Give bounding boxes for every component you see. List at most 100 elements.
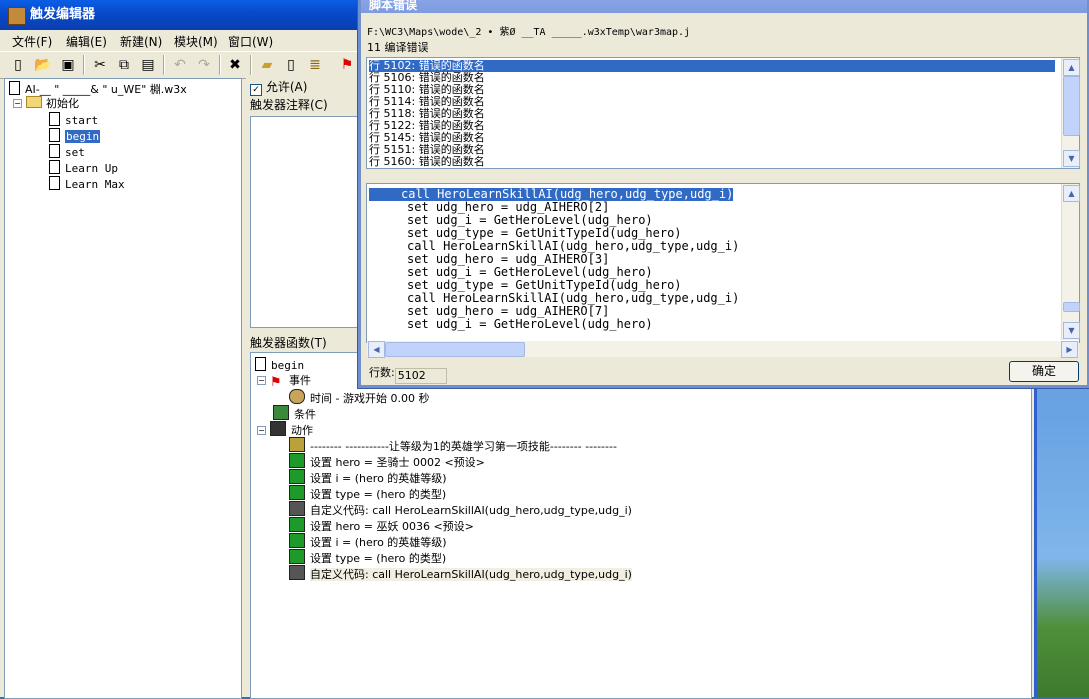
- trigger-tree[interactable]: AI-__ " _____& " u_WE" 棩.w3x − 初始化 start …: [4, 78, 242, 699]
- conditions-node[interactable]: 条件: [273, 405, 316, 421]
- map-root-label: AI-__ " _____& " u_WE" 棩.w3x: [25, 83, 187, 96]
- line-value: 5102: [394, 368, 447, 384]
- functions-label: 触发器函数(T): [250, 336, 327, 350]
- action-text: 设置 hero = 巫妖 0036 <预设>: [310, 520, 474, 533]
- collapse-icon[interactable]: −: [13, 99, 22, 108]
- scroll-right-icon[interactable]: ▶: [1061, 341, 1078, 358]
- script-error-dialog: 脚本错误 F:\WC3\Maps\wode\_2 • 紫Ø __TA _____…: [358, 0, 1089, 388]
- code-action-icon: [289, 565, 305, 580]
- code-horizontal-scrollbar[interactable]: ◀ ▶: [367, 341, 1079, 358]
- action-icon: [270, 421, 286, 436]
- action-row[interactable]: 设置 type = (hero 的类型): [289, 549, 446, 565]
- menu-module[interactable]: 模块(M): [174, 33, 218, 50]
- new-icon[interactable]: ▯: [8, 55, 28, 75]
- cut-icon[interactable]: ✂: [90, 55, 110, 75]
- action-row[interactable]: 自定义代码: call HeroLearnSkillAI(udg_hero,ud…: [289, 501, 632, 517]
- dialog-title-bar[interactable]: 脚本错误: [361, 0, 1087, 13]
- menu-edit[interactable]: 编辑(E): [66, 33, 107, 50]
- action-row[interactable]: 设置 hero = 巫妖 0036 <预设>: [289, 517, 474, 533]
- checkbox-check-icon[interactable]: ✓: [250, 84, 262, 96]
- error-row[interactable]: 行 5160: 错误的函数名: [369, 156, 485, 168]
- menu-new[interactable]: 新建(N): [120, 33, 162, 50]
- copy-icon[interactable]: ⧉: [114, 55, 134, 75]
- collapse-icon[interactable]: −: [257, 376, 266, 385]
- action-text: 自定义代码: call HeroLearnSkillAI(udg_hero,ud…: [310, 504, 632, 517]
- action-text: -------- -----------让等级为1的英雄学习第一项技能-----…: [310, 440, 617, 453]
- comment-action-icon: [289, 437, 305, 452]
- category-init[interactable]: − 初始化: [13, 96, 79, 111]
- code-action-icon: [289, 501, 305, 516]
- new-comment-icon[interactable]: ≣: [305, 55, 325, 75]
- action-list: -------- -----------让等级为1的英雄学习第一项技能-----…: [289, 437, 1009, 587]
- scroll-up-icon[interactable]: ▲: [1063, 59, 1080, 76]
- map-icon: [9, 81, 20, 95]
- collapse-icon[interactable]: −: [257, 426, 266, 435]
- new-trigger-icon[interactable]: ▯: [281, 55, 301, 75]
- paste-icon[interactable]: ▤: [138, 55, 158, 75]
- trigger-icon: [49, 144, 60, 158]
- error-list-scrollbar[interactable]: ▲ ▼: [1061, 58, 1080, 168]
- scroll-down-icon[interactable]: ▼: [1063, 322, 1080, 339]
- category-label: 初始化: [46, 97, 79, 110]
- scroll-left-icon[interactable]: ◀: [368, 341, 385, 358]
- tree-trigger-learn-max[interactable]: Learn Max: [49, 176, 125, 191]
- tree-trigger-learn-up[interactable]: Learn Up: [49, 160, 118, 175]
- menu-window[interactable]: 窗口(W): [228, 33, 273, 50]
- toolbar-separator: [83, 55, 85, 75]
- error-list[interactable]: 行 5102: 错误的函数名行 5106: 错误的函数名行 5110: 错误的函…: [366, 57, 1080, 169]
- action-row[interactable]: 设置 hero = 圣骑士 0002 <预设>: [289, 453, 485, 469]
- scroll-up-icon[interactable]: ▲: [1063, 185, 1080, 202]
- trigger-functions-tree[interactable]: begin − ⚑ 事件 时间 - 游戏开始 0.00 秒 条件 − 动作 -----…: [250, 352, 1032, 699]
- enabled-checkbox[interactable]: ✓ 允许(A): [250, 78, 307, 96]
- action-row[interactable]: -------- -----------让等级为1的英雄学习第一项技能-----…: [289, 437, 617, 453]
- tree-trigger-set[interactable]: set: [49, 144, 85, 159]
- scroll-thumb[interactable]: [385, 342, 525, 357]
- clock-icon: [289, 389, 305, 404]
- action-row[interactable]: 设置 i = (hero 的英雄等级): [289, 533, 447, 549]
- trigger-icon: [49, 112, 60, 126]
- new-event-icon[interactable]: ⚑: [337, 55, 357, 75]
- action-text: 设置 type = (hero 的类型): [310, 488, 447, 501]
- action-row[interactable]: 设置 i = (hero 的英雄等级): [289, 469, 447, 485]
- folder-icon: [26, 96, 42, 108]
- window-title: 触发编辑器: [30, 7, 96, 22]
- action-text: 设置 i = (hero 的英雄等级): [310, 472, 447, 485]
- code-rows: call HeroLearnSkillAI(udg_hero,udg_type,…: [367, 184, 1061, 340]
- error-count: 11 编译错误: [367, 41, 429, 54]
- save-icon[interactable]: ▣: [58, 55, 78, 75]
- map-root[interactable]: AI-__ " _____& " u_WE" 棩.w3x: [9, 81, 187, 96]
- function-trigger-name[interactable]: begin: [255, 357, 304, 373]
- comment-textarea[interactable]: [250, 116, 362, 328]
- action-row[interactable]: 自定义代码: call HeroLearnSkillAI(udg_hero,ud…: [289, 565, 632, 581]
- tree-trigger-begin[interactable]: begin: [49, 128, 101, 143]
- action-text: 设置 type = (hero 的类型): [310, 552, 447, 565]
- tree-trigger-start[interactable]: start: [49, 112, 98, 127]
- set-action-icon: [289, 453, 305, 468]
- actions-node[interactable]: − 动作: [257, 421, 313, 437]
- trigger-label: Learn Max: [65, 178, 125, 191]
- set-action-icon: [289, 485, 305, 500]
- trigger-icon: [255, 357, 266, 371]
- set-action-icon: [289, 469, 305, 484]
- code-view[interactable]: call HeroLearnSkillAI(udg_hero,udg_type,…: [366, 183, 1080, 343]
- event-item[interactable]: 时间 - 游戏开始 0.00 秒: [289, 389, 429, 405]
- toolbar-separator: [250, 55, 252, 75]
- undo-icon[interactable]: ↶: [170, 55, 190, 75]
- app-icon: [8, 7, 26, 25]
- redo-icon[interactable]: ↷: [194, 55, 214, 75]
- scroll-thumb[interactable]: [1063, 302, 1080, 312]
- toolbar-separator: [219, 55, 221, 75]
- close-icon[interactable]: ✖: [225, 55, 245, 75]
- line-label: 行数:: [369, 366, 395, 379]
- open-icon[interactable]: 📂: [33, 55, 53, 75]
- scroll-down-icon[interactable]: ▼: [1063, 150, 1080, 167]
- events-node[interactable]: − ⚑ 事件: [257, 373, 311, 390]
- scroll-thumb[interactable]: [1063, 76, 1080, 136]
- trigger-label: Learn Up: [65, 162, 118, 175]
- action-row[interactable]: 设置 type = (hero 的类型): [289, 485, 446, 501]
- new-category-icon[interactable]: ▰: [257, 55, 277, 75]
- code-scrollbar[interactable]: ▲ ▼: [1061, 184, 1080, 340]
- action-text: 设置 i = (hero 的英雄等级): [310, 536, 447, 549]
- menu-file[interactable]: 文件(F): [12, 33, 52, 50]
- ok-button[interactable]: 确定: [1009, 361, 1079, 382]
